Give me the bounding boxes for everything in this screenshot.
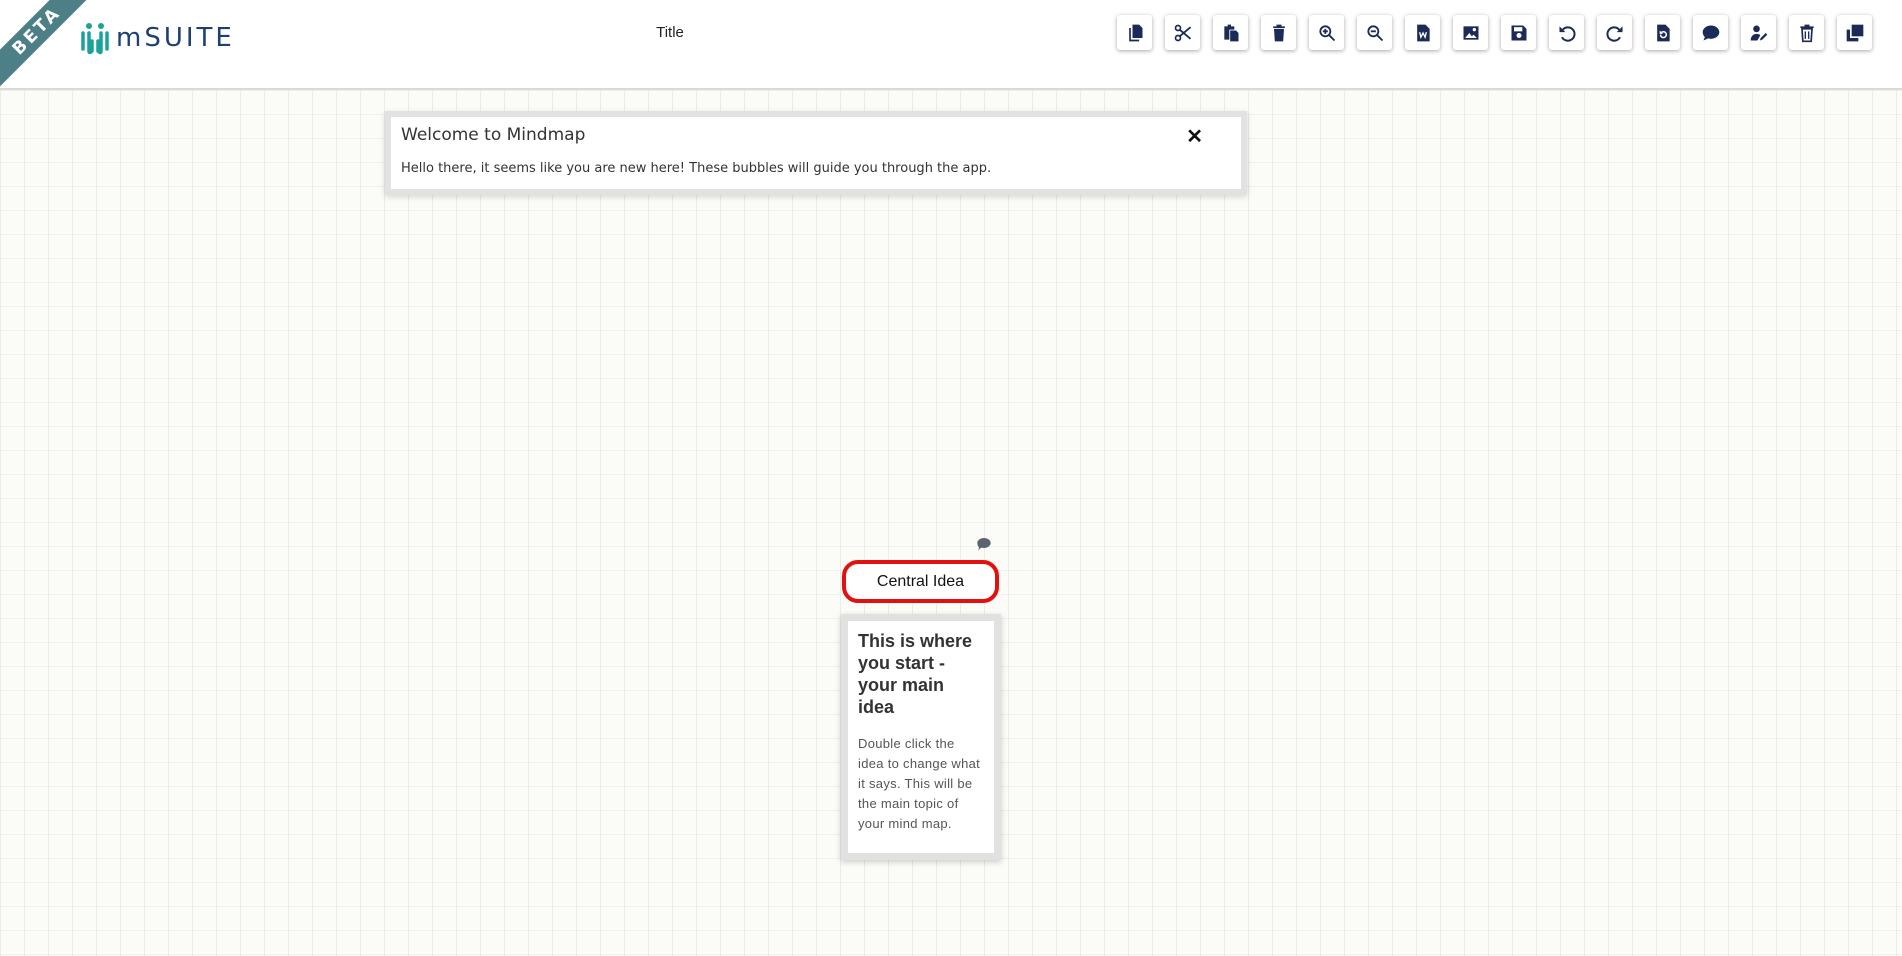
user-edit-icon [1750,25,1767,40]
copy-button[interactable] [1117,15,1152,50]
reload-file-button[interactable] [1645,15,1680,50]
scissors-icon [1174,24,1191,41]
zoom-out-icon [1366,24,1383,41]
trash-all-icon [1799,24,1814,42]
zoom-in-icon [1318,24,1335,41]
welcome-bubble: Welcome to Mindmap Hello there, it seems… [385,111,1247,195]
save-icon [1511,25,1526,40]
close-icon[interactable]: ✕ [1186,127,1203,147]
redo-button[interactable] [1597,15,1632,50]
duplicate-button[interactable] [1837,15,1872,50]
undo-button[interactable] [1549,15,1584,50]
central-idea-node[interactable]: Central Idea [842,560,999,603]
tooltip-bubble: This is where you start - your main idea… [841,614,1001,860]
paste-icon [1223,24,1238,41]
export-image-button[interactable] [1453,15,1488,50]
comment-icon [1702,25,1719,40]
tooltip-body: Double click the idea to change what it … [858,736,981,831]
file-reload-icon [1656,24,1670,41]
welcome-title: Welcome to Mindmap [401,125,586,145]
save-button[interactable] [1501,15,1536,50]
page-title[interactable]: Title [620,24,720,41]
zoom-in-button[interactable] [1309,15,1344,50]
edit-user-button[interactable] [1741,15,1776,50]
msuite-logo[interactable]: mSUITE [80,18,235,58]
delete-all-button[interactable] [1789,15,1824,50]
tooltip-title: This is where you start - your main idea [858,631,973,717]
toolbar [1117,15,1872,50]
cut-button[interactable] [1165,15,1200,50]
app-header: BETA mSUITE Title [0,0,1902,94]
redo-icon [1605,25,1622,42]
welcome-message: Hello there, it seems like you are new h… [401,161,992,176]
logo-text: mSUITE [116,23,235,53]
word-file-icon [1416,24,1430,41]
image-icon [1463,25,1478,40]
undo-icon [1559,25,1576,42]
clone-icon [1846,24,1863,41]
zoom-out-button[interactable] [1357,15,1392,50]
node-comment-icon[interactable] [976,537,992,551]
msuite-logo-icon [81,23,109,55]
copy-icon [1128,24,1142,41]
delete-button[interactable] [1261,15,1296,50]
comment-button[interactable] [1693,15,1728,50]
paste-button[interactable] [1213,15,1248,50]
export-word-button[interactable] [1405,15,1440,50]
trash-icon [1272,24,1285,41]
